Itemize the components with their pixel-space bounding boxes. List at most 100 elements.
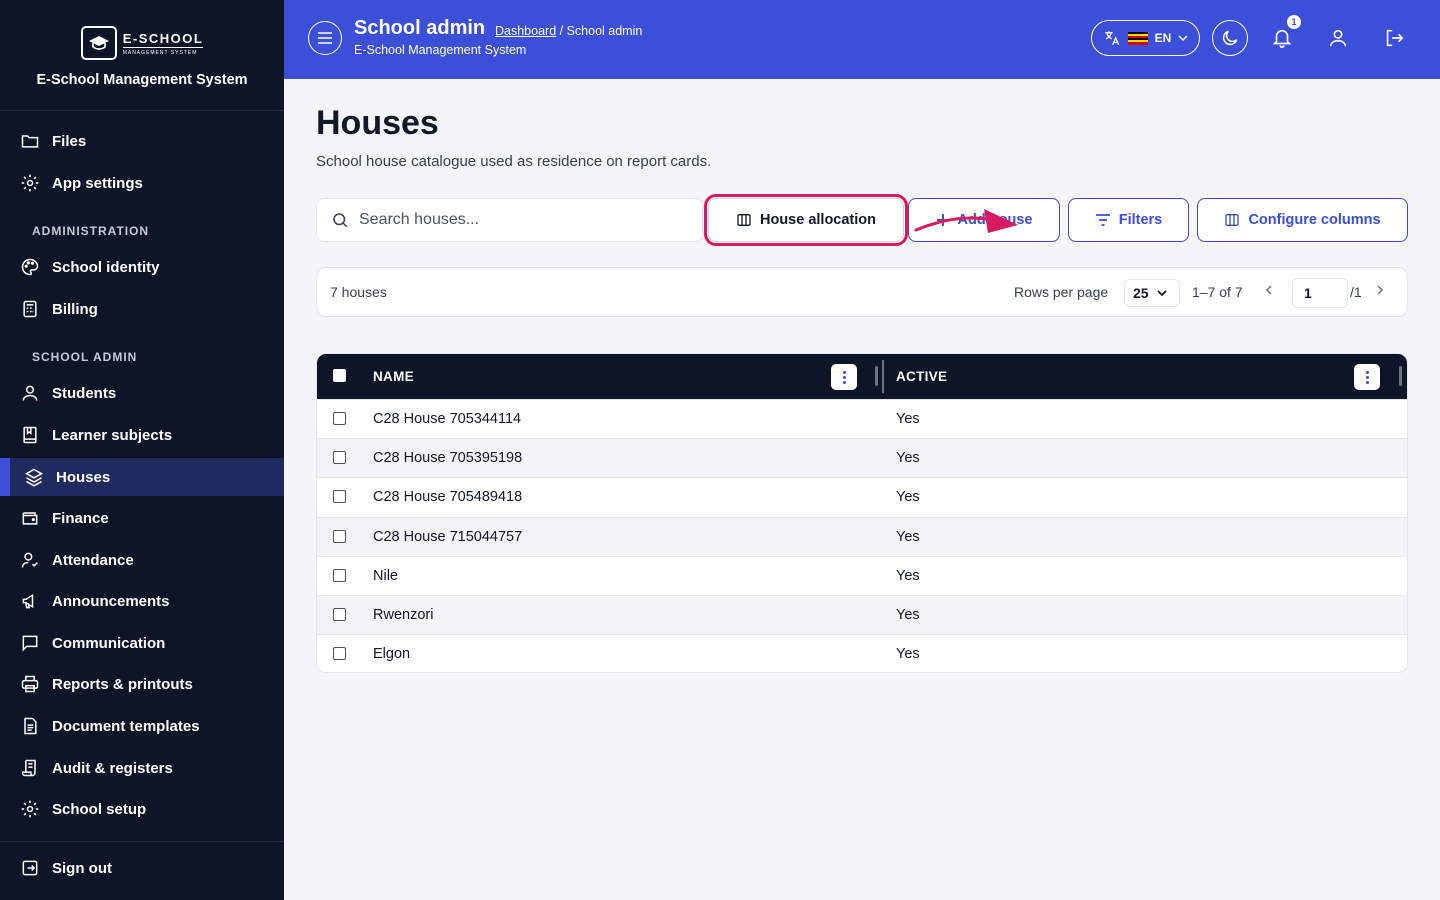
select-all-checkbox[interactable] [333,369,346,382]
sidebar-item-label: Attendance [52,551,134,569]
profile-button[interactable] [1322,22,1354,54]
sidebar-item-label: Houses [56,468,111,486]
column-menu-button[interactable] [831,364,857,390]
cell-name: C28 House 705489418 [373,489,523,506]
sidebar-item-attendance[interactable]: Attendance [0,541,284,579]
table-row[interactable]: Nile Yes [317,555,1407,595]
sidebar-item-billing[interactable]: Billing [0,290,284,328]
sidebar-item-school-setup[interactable]: School setup [0,790,284,828]
user-check-icon [21,552,39,568]
section-label-school-admin: SCHOOL ADMIN [32,350,138,364]
user-icon [1329,29,1347,47]
sidebar-item-announcements[interactable]: Announcements [0,582,284,620]
gear-icon [21,174,39,192]
filters-button[interactable]: Filters [1068,198,1189,242]
chevron-right-icon [1377,285,1384,295]
search-icon [333,213,348,228]
header-title: School admin [354,17,486,39]
sidebar-item-students[interactable]: Students [0,374,284,412]
filters-label: Filters [1118,212,1163,228]
table-row[interactable]: C28 House 715044757 Yes [317,516,1407,556]
moon-icon [1222,30,1238,46]
previous-page-button[interactable] [1264,283,1274,299]
sidebar-item-houses[interactable]: Houses [0,458,284,496]
row-checkbox[interactable] [333,647,346,661]
sidebar-item-app-settings[interactable]: App settings [0,164,284,202]
sidebar-item-label: Document templates [52,717,200,735]
section-label-administration: ADMINISTRATION [32,224,150,238]
table-row[interactable]: C28 House 705489418 Yes [317,477,1407,516]
rows-per-page-select[interactable]: 25 [1124,279,1180,307]
chevron-left-icon [1265,285,1272,295]
pagination-bar: 7 houses Rows per page 25 1–7 of 7 1 /1 [316,267,1408,317]
table-row[interactable]: Elgon Yes [317,634,1407,672]
table-row[interactable]: C28 House 705344114 Yes [317,399,1407,438]
gear-icon [21,800,39,818]
columns-icon [1225,214,1240,226]
breadcrumb: Dashboard / School admin [495,24,642,38]
sidebar-item-communication[interactable]: Communication [0,624,284,662]
plus-icon [936,214,949,226]
sidebar-item-label: Announcements [52,592,170,610]
sidebar-item-finance[interactable]: Finance [0,499,284,537]
column-header-name[interactable]: NAME [373,369,414,384]
notifications-button[interactable]: 1 [1266,15,1301,54]
sidebar-item-label: School setup [52,800,147,818]
row-checkbox[interactable] [333,412,346,425]
sidebar-item-document-templates[interactable]: Document templates [0,707,284,745]
row-checkbox[interactable] [333,607,346,621]
row-checkbox[interactable] [333,490,346,504]
house-allocation-button[interactable]: House allocation [704,194,908,246]
sidebar-item-reports[interactable]: Reports & printouts [0,665,284,703]
header-subtitle: E-School Management System [354,43,527,57]
sidebar-item-learner-subjects[interactable]: Learner subjects [0,416,284,454]
breadcrumb-current: / School admin [556,24,643,38]
sidebar-item-files[interactable]: Files [0,122,284,160]
sidebar-item-label: Sign out [52,859,112,877]
language-code: EN [1154,31,1172,45]
search-input[interactable] [359,211,679,229]
cell-active: Yes [896,528,920,545]
row-checkbox[interactable] [333,568,346,582]
sidebar-item-label: Students [52,384,117,402]
row-checkbox[interactable] [333,529,346,543]
column-header-active[interactable]: ACTIVE [896,369,947,384]
record-count: 7 houses [330,284,387,300]
rows-per-page-value: 25 [1133,285,1149,301]
breadcrumb-dashboard-link[interactable]: Dashboard [495,24,556,38]
configure-columns-button[interactable]: Configure columns [1197,198,1408,242]
sidebar-item-audit[interactable]: Audit & registers [0,749,284,787]
column-resize-handle[interactable] [1399,366,1402,386]
row-checkbox[interactable] [333,451,346,465]
rows-per-page-label: Rows per page [1014,284,1109,300]
book-icon [23,426,37,444]
cell-name: Rwenzori [373,606,434,623]
house-allocation-label: House allocation [759,212,877,228]
column-separator [882,360,884,393]
language-selector[interactable]: EN [1091,20,1200,56]
table-row[interactable]: Rwenzori Yes [317,594,1407,635]
layers-icon [24,468,44,487]
page-range: 1–7 of 7 [1192,284,1243,300]
cell-active: Yes [896,489,920,506]
logout-button[interactable] [1378,22,1410,54]
search-box [316,198,703,242]
graduation-cap-icon [80,26,117,60]
next-page-button[interactable] [1375,283,1385,299]
sidebar-item-label: Reports & printouts [52,675,193,693]
column-menu-button[interactable] [1354,364,1380,390]
notification-badge: 1 [1287,15,1301,29]
page-number-input[interactable]: 1 [1292,278,1348,308]
uganda-flag-icon [1127,31,1148,45]
cell-name: C28 House 705344114 [373,411,522,427]
table-row[interactable]: C28 House 705395198 Yes [317,438,1407,478]
sidebar: E-SCHOOL MANAGEMENT SYSTEM E-School Mana… [0,0,284,900]
theme-toggle-button[interactable] [1212,20,1248,56]
sidebar-item-sign-out[interactable]: Sign out [0,849,284,887]
column-resize-handle[interactable] [875,366,878,386]
cell-active: Yes [896,567,920,584]
bell-icon [1272,29,1292,48]
sidebar-item-school-identity[interactable]: School identity [0,248,284,286]
add-house-button[interactable]: Add house [908,198,1060,242]
menu-toggle-button[interactable] [308,21,342,55]
